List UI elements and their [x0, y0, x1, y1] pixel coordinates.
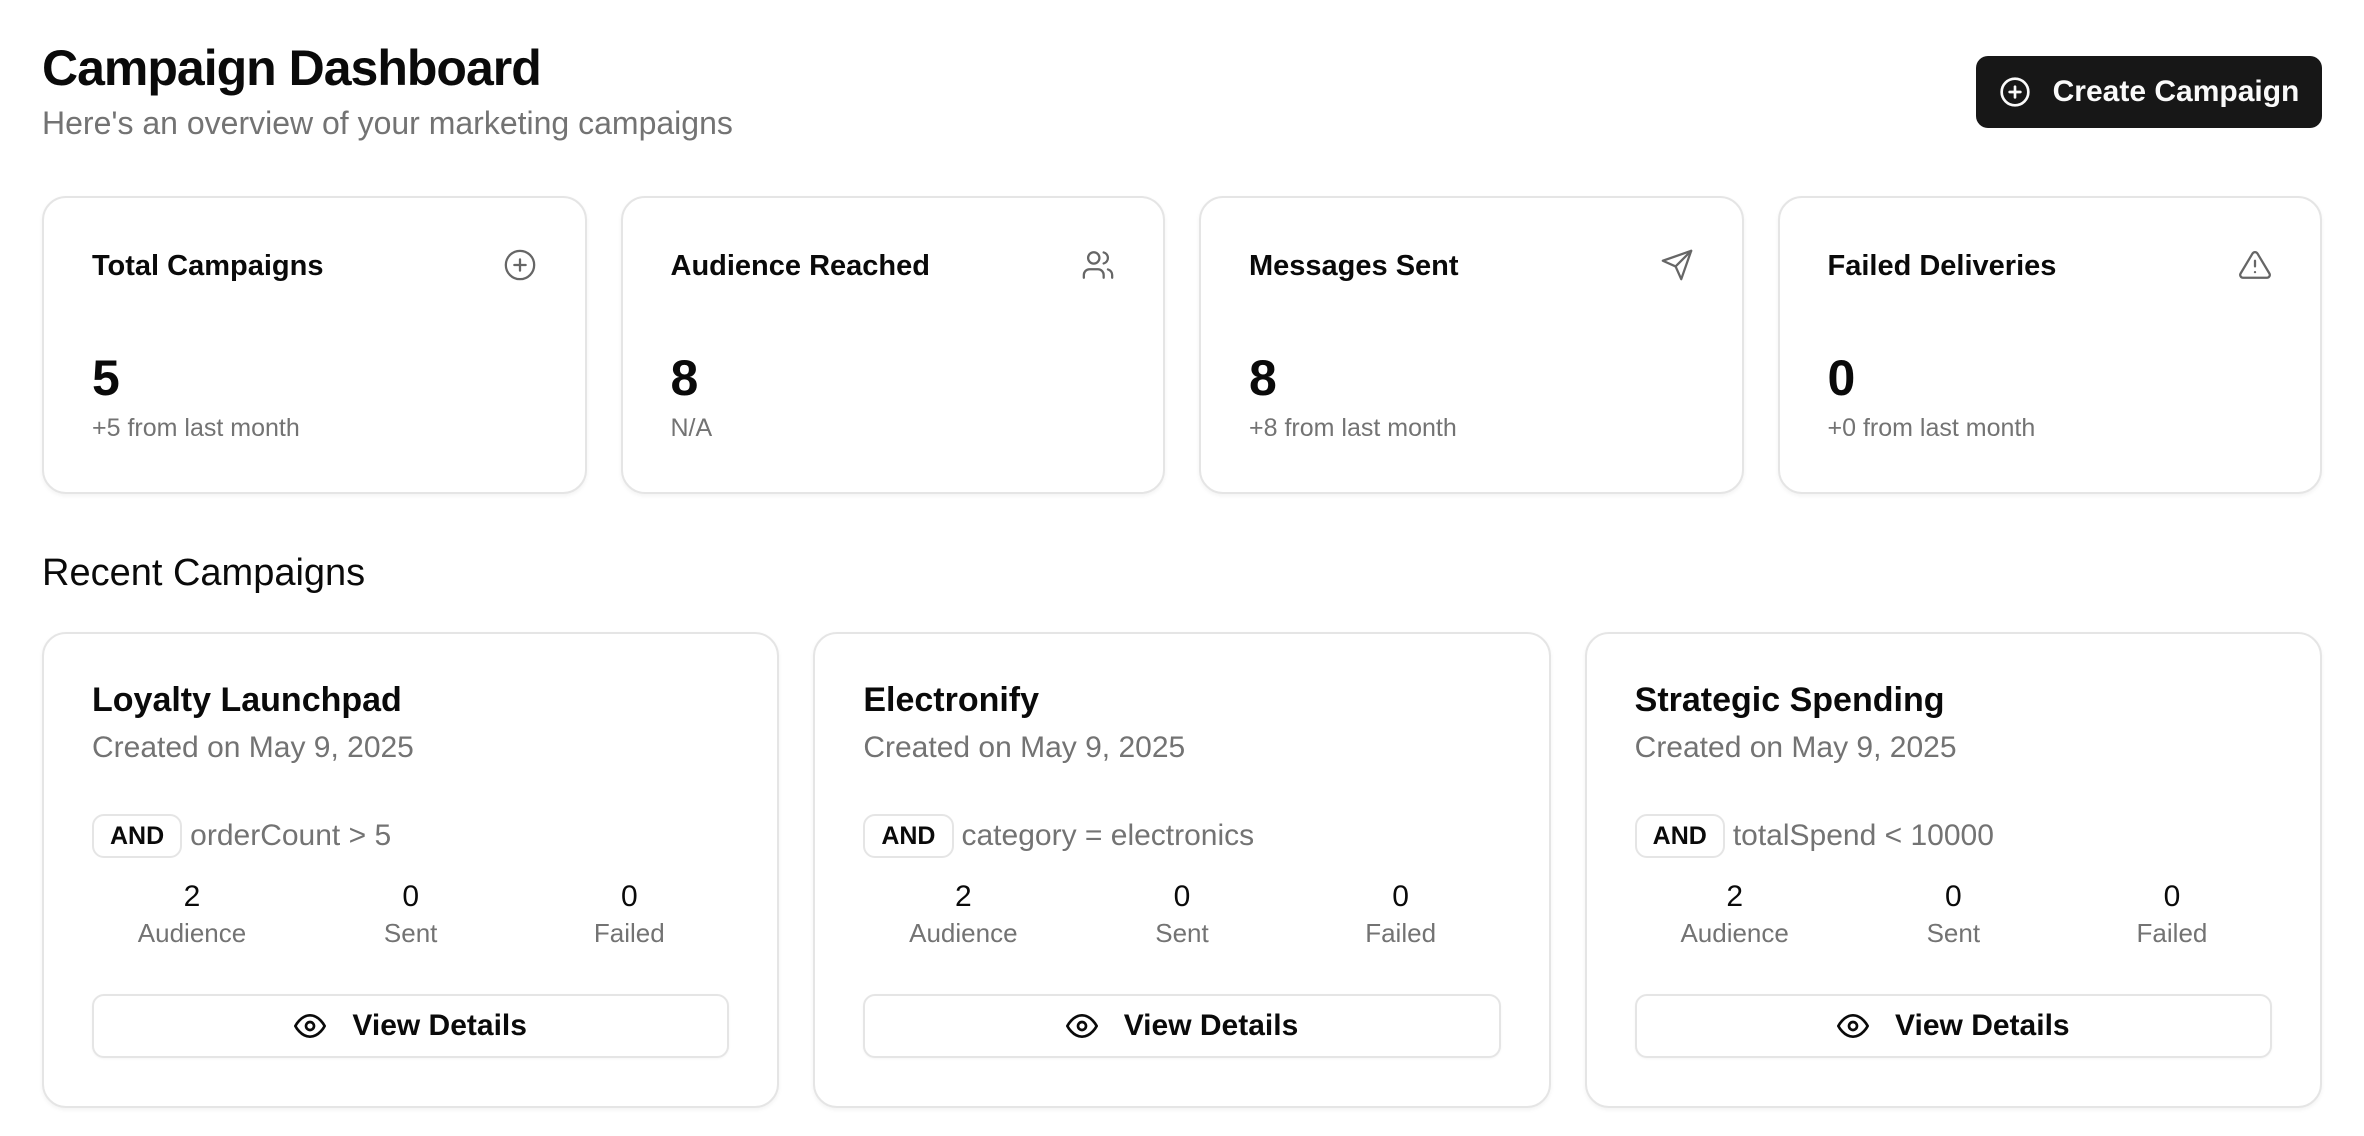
metric-value: 0 — [620, 880, 638, 913]
stat-card-total-campaigns: Total Campaigns 5 +5 from last month — [42, 196, 587, 494]
recent-campaigns-heading: Recent Campaigns — [42, 552, 366, 594]
stat-subtext: +0 from last month — [1827, 414, 2036, 442]
campaign-metrics: 2 Audience 0 Sent 0 Failed — [863, 878, 1500, 950]
metric-label: Failed — [593, 918, 665, 948]
metric-audience: 2 Audience — [1635, 878, 1835, 950]
stat-value: 5 — [92, 350, 120, 406]
stat-title: Total Campaigns — [92, 250, 324, 282]
metric-value: 2 — [1726, 880, 1743, 913]
stat-value: 8 — [1249, 350, 1277, 406]
view-details-button[interactable]: View Details — [1634, 994, 2272, 1058]
metric-audience: 2 Audience — [863, 878, 1063, 950]
view-details-label: View Details — [1123, 1009, 1299, 1042]
eye-icon — [1837, 1014, 1870, 1038]
stat-title: Messages Sent — [1249, 250, 1459, 282]
campaign-date: Created on May 9, 2025 — [92, 731, 414, 764]
segment-rule: AND orderCount > 5 — [92, 814, 391, 858]
stat-title: Failed Deliveries — [1827, 250, 2057, 282]
campaign-card-loyalty-launchpad: Loyalty Launchpad Created on May 9, 2025… — [42, 632, 780, 1108]
metric-value: 0 — [1173, 880, 1191, 913]
rule-operator-badge: AND — [863, 814, 954, 858]
plus-circle-icon — [504, 249, 535, 281]
rule-condition: totalSpend < 10000 — [1732, 819, 1994, 852]
create-campaign-label: Create Campaign — [2052, 75, 2300, 108]
campaign-card-strategic-spending: Strategic Spending Created on May 9, 202… — [1584, 632, 2322, 1108]
segment-rule: AND totalSpend < 10000 — [1634, 814, 1994, 858]
campaign-date: Created on May 9, 2025 — [863, 731, 1186, 764]
dashboard-page: Campaign Dashboard Here's an overview of… — [0, 0, 2364, 1136]
page-header: Campaign Dashboard Here's an overview of… — [42, 0, 2322, 180]
campaign-name: Strategic Spending — [1634, 681, 1945, 719]
eye-icon — [294, 1014, 327, 1038]
view-details-label: View Details — [1895, 1009, 2070, 1042]
metric-failed: 0 Failed — [2072, 878, 2272, 950]
metric-failed: 0 Failed — [1301, 878, 1501, 950]
send-icon — [1661, 249, 1692, 281]
metric-audience: 2 Audience — [92, 878, 292, 950]
stat-card-failed-deliveries: Failed Deliveries 0 +0 from last month — [1777, 196, 2322, 494]
campaign-name: Electronify — [863, 681, 1040, 719]
metric-value: 0 — [1392, 880, 1409, 913]
page-title: Campaign Dashboard — [42, 40, 542, 96]
stat-subtext: +5 from last month — [92, 414, 300, 442]
metric-sent: 0 Sent — [311, 878, 511, 950]
rule-operator-badge: AND — [92, 814, 183, 858]
view-details-label: View Details — [352, 1009, 527, 1042]
stat-subtext: +8 from last month — [1249, 414, 1457, 442]
campaign-metrics: 2 Audience 0 Sent 0 Failed — [92, 878, 729, 950]
campaign-metrics: 2 Audience 0 Sent 0 Failed — [1635, 878, 2272, 950]
metric-value: 0 — [1944, 880, 1962, 913]
rule-operator-badge: AND — [1634, 814, 1725, 858]
metric-label: Audience — [1680, 918, 1789, 948]
metric-label: Audience — [909, 918, 1018, 948]
stat-title: Audience Reached — [670, 250, 930, 282]
campaign-card-electronify: Electronify Created on May 9, 2025 AND c… — [813, 632, 1551, 1108]
rule-condition: orderCount > 5 — [190, 819, 392, 852]
metric-value: 0 — [2163, 880, 2181, 913]
view-details-button[interactable]: View Details — [92, 994, 730, 1058]
stats-row: Total Campaigns 5 +5 from last month Aud… — [42, 196, 2322, 494]
metric-value: 0 — [402, 880, 419, 913]
plus-circle-icon — [1999, 77, 2030, 107]
eye-icon — [1065, 1014, 1098, 1038]
metric-sent: 0 Sent — [1853, 878, 2053, 950]
stat-card-audience-reached: Audience Reached 8 N/A — [620, 196, 1165, 494]
stat-subtext: N/A — [670, 414, 713, 442]
stat-value: 8 — [670, 350, 699, 406]
rule-condition: category = electronics — [961, 819, 1255, 852]
metric-label: Failed — [2136, 918, 2208, 948]
metric-label: Audience — [137, 918, 247, 948]
campaign-date: Created on May 9, 2025 — [1634, 731, 1957, 764]
alert-triangle-icon — [2239, 251, 2271, 279]
recent-campaigns-grid: Loyalty Launchpad Created on May 9, 2025… — [42, 632, 2322, 1108]
metric-value: 2 — [954, 880, 972, 913]
campaign-name: Loyalty Launchpad — [92, 681, 402, 719]
metric-label: Failed — [1365, 918, 1437, 948]
stat-value: 0 — [1827, 350, 1856, 406]
metric-sent: 0 Sent — [1082, 878, 1282, 950]
segment-rule: AND category = electronics — [863, 814, 1254, 858]
metric-label: Sent — [1926, 918, 1981, 948]
metric-value: 2 — [183, 880, 201, 913]
page-subtitle: Here's an overview of your marketing cam… — [42, 105, 733, 141]
metric-failed: 0 Failed — [529, 878, 729, 950]
metric-label: Sent — [1155, 918, 1209, 948]
create-campaign-button[interactable]: Create Campaign — [1976, 56, 2322, 128]
users-icon — [1082, 251, 1114, 279]
view-details-button[interactable]: View Details — [863, 994, 1501, 1058]
metric-label: Sent — [383, 918, 438, 948]
stat-card-messages-sent: Messages Sent 8 +8 from last month — [1199, 196, 1744, 494]
